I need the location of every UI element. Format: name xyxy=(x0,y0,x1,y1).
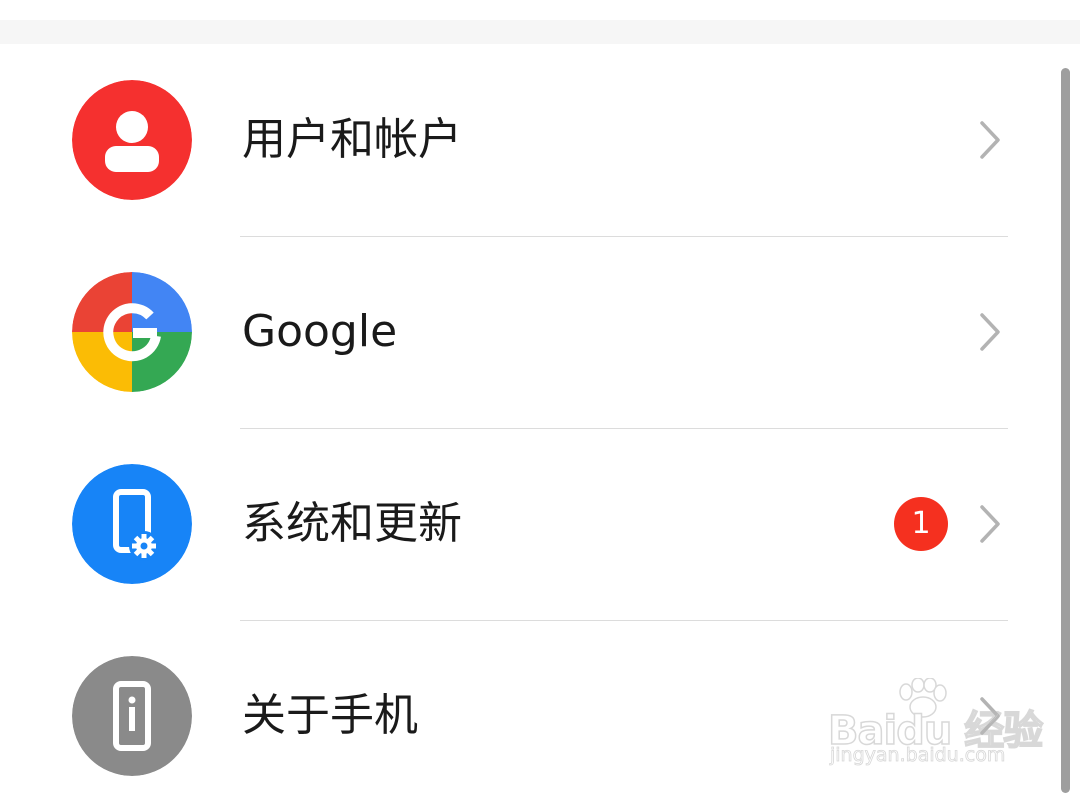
section-gap xyxy=(0,20,1080,44)
phone-info-icon xyxy=(72,656,192,776)
settings-item-label: 用户和帐户 xyxy=(242,114,462,165)
user-account-icon xyxy=(72,80,192,200)
chevron-right-icon xyxy=(980,505,1000,543)
baidu-watermark: Baidu 经验 jingyan.baidu.com xyxy=(827,678,1044,778)
settings-item-label: 关于手机 xyxy=(242,690,418,741)
settings-item-label: 系统和更新 xyxy=(242,498,462,549)
chevron-right-icon xyxy=(980,121,1000,159)
google-logo-icon xyxy=(72,272,192,392)
settings-item-google[interactable]: Google xyxy=(0,236,1080,428)
watermark-url: jingyan.baidu.com xyxy=(830,744,1006,767)
chevron-right-icon xyxy=(980,313,1000,351)
settings-item-label: Google xyxy=(242,306,398,357)
settings-item-users-accounts[interactable]: 用户和帐户 xyxy=(0,44,1080,236)
top-band xyxy=(0,0,1080,20)
phone-settings-icon xyxy=(72,464,192,584)
scrollbar[interactable] xyxy=(1061,68,1070,793)
notification-badge: 1 xyxy=(894,497,948,551)
settings-item-system-update[interactable]: 系统和更新 1 xyxy=(0,428,1080,620)
